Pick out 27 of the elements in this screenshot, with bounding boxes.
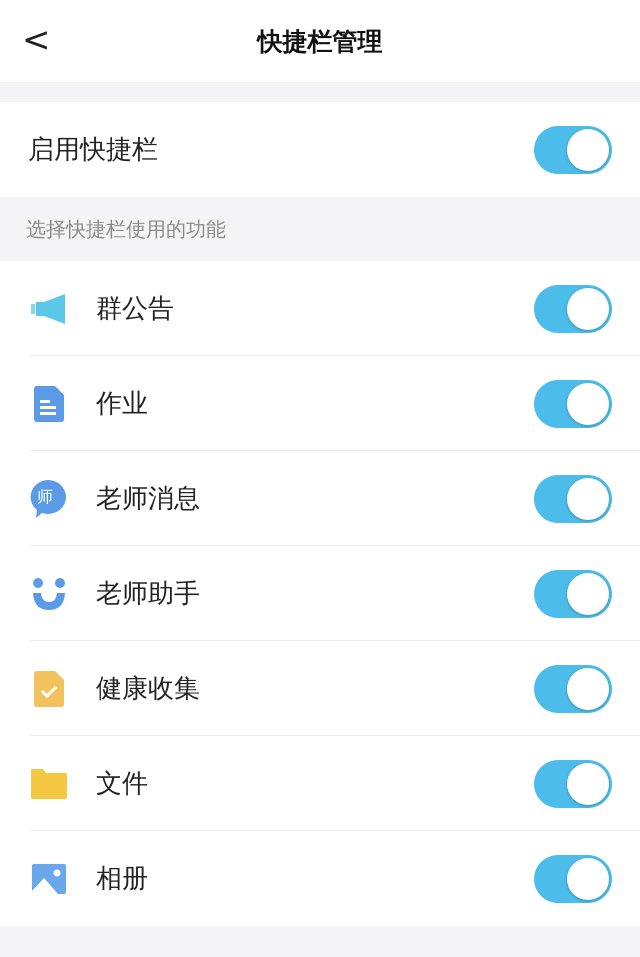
toggle-switch[interactable] <box>534 854 612 902</box>
back-button[interactable]: < <box>14 20 58 60</box>
icon-label: 师 <box>37 486 53 508</box>
toggle-switch[interactable] <box>534 126 612 174</box>
smiley-icon <box>32 576 66 610</box>
feature-label: 相册 <box>96 863 149 896</box>
toggle-switch[interactable] <box>534 474 612 522</box>
toggle-switch[interactable] <box>534 664 612 712</box>
feature-label: 群公告 <box>96 293 175 326</box>
toggle-switch[interactable] <box>534 760 612 808</box>
folder-icon <box>31 768 67 798</box>
feature-label: 文件 <box>96 768 149 801</box>
document-icon <box>34 386 64 422</box>
section-label: 选择快捷栏使用的功能 <box>26 216 226 242</box>
feature-label: 老师助手 <box>96 578 201 611</box>
feature-label: 老师消息 <box>96 483 201 516</box>
megaphone-icon <box>31 292 67 324</box>
page-title: 快捷栏管理 <box>258 26 382 58</box>
chat-bubble-icon <box>30 480 68 518</box>
toggle-switch[interactable] <box>534 380 612 428</box>
image-icon <box>32 864 66 894</box>
setting-label: 启用快捷栏 <box>28 134 159 167</box>
checklist-icon <box>34 670 64 706</box>
toggle-switch[interactable] <box>534 284 612 332</box>
feature-label: 健康收集 <box>96 673 201 706</box>
toggle-switch[interactable] <box>534 570 612 618</box>
feature-label: 作业 <box>96 388 149 421</box>
